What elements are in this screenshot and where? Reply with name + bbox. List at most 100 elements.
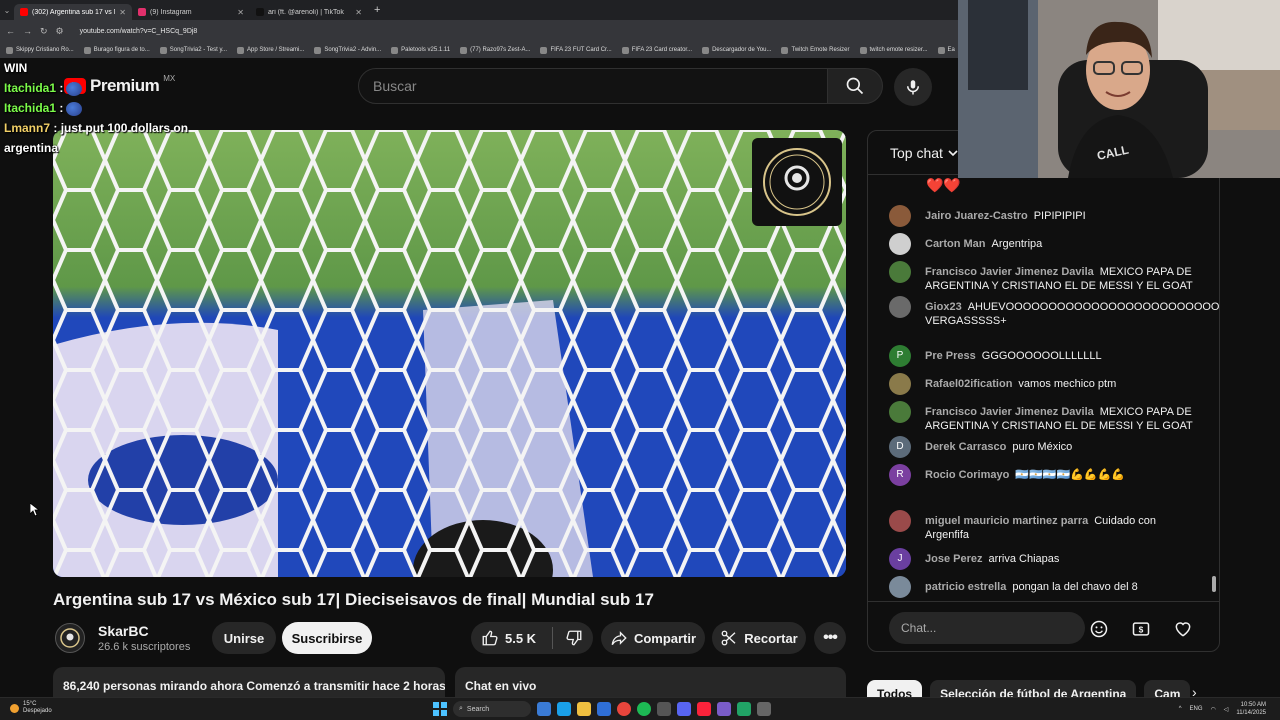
- browser-tab[interactable]: (9) Instagram ✕: [132, 4, 250, 20]
- bookmark-item[interactable]: SongTrivia2 - Test y...: [159, 46, 227, 54]
- browser-tab[interactable]: ari (ft. @arenoli) | TikTok ✕: [250, 4, 368, 20]
- volume-icon[interactable]: ◁: [1224, 706, 1229, 713]
- chat-avatar[interactable]: [889, 296, 911, 318]
- chat-message[interactable]: Giox23AHUEVOOOOOOOOOOOOOOOOOOOOOOOOOOOOO…: [889, 296, 1219, 328]
- bookmark-item[interactable]: Burago figura de to...: [83, 46, 150, 54]
- chat-avatar[interactable]: D: [889, 436, 911, 458]
- chat-message[interactable]: Francisco Javier Jimenez Davila MEXICO PA…: [889, 261, 1199, 293]
- bookmark-item[interactable]: Skippy Cristiano Ro...: [6, 46, 74, 54]
- search-input[interactable]: [358, 68, 828, 104]
- teams-icon[interactable]: [717, 702, 731, 716]
- emoji-button[interactable]: [1088, 618, 1110, 640]
- chat-author[interactable]: Jose Perez: [925, 553, 982, 565]
- chat-avatar[interactable]: [889, 576, 911, 598]
- chat-author[interactable]: Francisco Javier Jimenez Davila: [925, 406, 1094, 418]
- tray-chevron-icon[interactable]: ^: [1179, 706, 1182, 712]
- browser-tab[interactable]: (302) Argentina sub 17 vs M ✕: [14, 4, 132, 20]
- chat-message[interactable]: Jairo Juarez-Castro PIPIPIPIPI: [889, 205, 1199, 227]
- more-actions-button[interactable]: •••: [814, 622, 846, 654]
- chat-message[interactable]: miguel mauricio martinez parra Cuidado co…: [889, 510, 1199, 542]
- channel-avatar[interactable]: [55, 623, 85, 653]
- video-player[interactable]: [53, 130, 846, 577]
- task-view-icon[interactable]: [537, 702, 551, 716]
- chat-author[interactable]: patricio estrella: [925, 581, 1006, 593]
- chat-author[interactable]: Rafael02ification: [925, 378, 1012, 390]
- bookmark-item[interactable]: FIFA 23 Card creator...: [621, 46, 692, 54]
- chat-messages[interactable]: ❤️❤️ Jairo Juarez-Castro PIPIPIPIPI Carton…: [868, 175, 1219, 601]
- bookmark-item[interactable]: (77) Razo97s Zest-A...: [460, 46, 530, 54]
- chat-avatar[interactable]: J: [889, 548, 911, 570]
- address-bar-url[interactable]: youtube.com/watch?v=C_HSCq_9Dj8: [80, 28, 198, 35]
- bookmark-item[interactable]: Ea: [937, 46, 955, 54]
- bookmark-item[interactable]: App Store / Streami...: [237, 46, 304, 54]
- chat-mode-dropdown[interactable]: Top chat: [890, 145, 959, 161]
- heart-button[interactable]: [1172, 618, 1194, 640]
- chat-avatar[interactable]: [889, 205, 911, 227]
- chat-scrollbar[interactable]: [1212, 576, 1216, 592]
- tab-close-icon[interactable]: ✕: [355, 8, 362, 17]
- taskbar-clock[interactable]: 10:50 AM 11/14/2025: [1236, 701, 1266, 717]
- back-icon[interactable]: ←: [6, 26, 15, 36]
- chat-avatar[interactable]: P: [889, 345, 911, 367]
- chat-avatar[interactable]: [889, 261, 911, 283]
- chat-message[interactable]: D Derek Carrasco puro México: [889, 436, 1199, 458]
- bookmark-item[interactable]: FIFA 23 FUT Card Cr...: [540, 46, 612, 54]
- app-icon[interactable]: [757, 702, 771, 716]
- channel-name[interactable]: SkarBC: [98, 623, 149, 639]
- chat-message[interactable]: Carton Man Argentripa: [889, 233, 1199, 255]
- bookmark-item[interactable]: SongTrivia2 - Advin...: [314, 46, 381, 54]
- site-info-icon[interactable]: ⚙: [56, 26, 64, 37]
- chrome-icon[interactable]: [617, 702, 631, 716]
- spotify-icon[interactable]: [637, 702, 651, 716]
- dislike-button[interactable]: [565, 629, 583, 647]
- taskbar-search[interactable]: ⌕ Search: [453, 701, 531, 717]
- chat-avatar[interactable]: [889, 373, 911, 395]
- chat-message[interactable]: P Pre Press GGGOOOOOOLLLLLLL: [889, 345, 1199, 367]
- voice-search-button[interactable]: [894, 68, 932, 106]
- file-explorer-icon[interactable]: [577, 702, 591, 716]
- chat-avatar[interactable]: R: [889, 464, 911, 486]
- bookmark-item[interactable]: Paletools v25.1.11: [391, 46, 450, 54]
- chat-message[interactable]: patricio estrella pongan la del chavo del…: [889, 576, 1199, 598]
- language-indicator[interactable]: ENG: [1190, 706, 1203, 712]
- share-button[interactable]: Compartir: [601, 622, 705, 654]
- tab-close-icon[interactable]: ✕: [237, 8, 244, 17]
- chat-input[interactable]: [889, 612, 1085, 644]
- reload-icon[interactable]: ↻: [40, 26, 48, 37]
- mail-icon[interactable]: [597, 702, 611, 716]
- chat-author[interactable]: Jairo Juarez-Castro: [925, 210, 1028, 222]
- subscribe-button[interactable]: Suscribirse: [282, 622, 372, 654]
- chat-author[interactable]: Rocio Corimayo: [925, 469, 1009, 481]
- edge-icon[interactable]: [557, 702, 571, 716]
- bookmark-item[interactable]: Descargador de You...: [702, 46, 771, 54]
- discord-icon[interactable]: [677, 702, 691, 716]
- chat-message[interactable]: R Rocio Corimayo 🇦🇷🇦🇷🇦🇷🇦🇷💪💪💪💪: [889, 464, 1199, 486]
- bookmark-item[interactable]: twitch emote resizer...: [859, 46, 928, 54]
- tab-close-icon[interactable]: ✕: [119, 8, 126, 17]
- chat-author[interactable]: Pre Press: [925, 350, 976, 362]
- new-tab-button[interactable]: +: [374, 4, 380, 16]
- windows-start-icon[interactable]: [433, 702, 447, 716]
- join-button[interactable]: Unirse: [212, 622, 276, 654]
- chat-author[interactable]: Giox23: [925, 301, 962, 313]
- chat-author[interactable]: Carton Man: [925, 238, 986, 250]
- search-button[interactable]: [827, 68, 883, 104]
- super-chat-button[interactable]: $: [1130, 618, 1152, 640]
- chat-message[interactable]: Francisco Javier Jimenez Davila MEXICO PA…: [889, 401, 1199, 433]
- like-button[interactable]: 5.5 K: [481, 629, 536, 647]
- tab-list-icon[interactable]: ⌄: [0, 6, 14, 15]
- chat-avatar[interactable]: [889, 401, 911, 423]
- chat-avatar[interactable]: [889, 510, 911, 532]
- wifi-icon[interactable]: ◠: [1211, 706, 1216, 713]
- chat-message[interactable]: Rafael02ification vamos mechico ptm: [889, 373, 1199, 395]
- chat-avatar[interactable]: [889, 233, 911, 255]
- bookmark-item[interactable]: Twitch Emote Resizer: [781, 46, 850, 54]
- music-app-icon[interactable]: [697, 702, 711, 716]
- chat-message[interactable]: J Jose Perez arriva Chiapas: [889, 548, 1199, 570]
- obs-icon[interactable]: [657, 702, 671, 716]
- weather-widget[interactable]: 15°C Despejado: [10, 701, 52, 715]
- clip-button[interactable]: Recortar: [712, 622, 806, 654]
- excel-icon[interactable]: [737, 702, 751, 716]
- chat-author[interactable]: Francisco Javier Jimenez Davila: [925, 266, 1094, 278]
- chat-author[interactable]: miguel mauricio martinez parra: [925, 515, 1088, 527]
